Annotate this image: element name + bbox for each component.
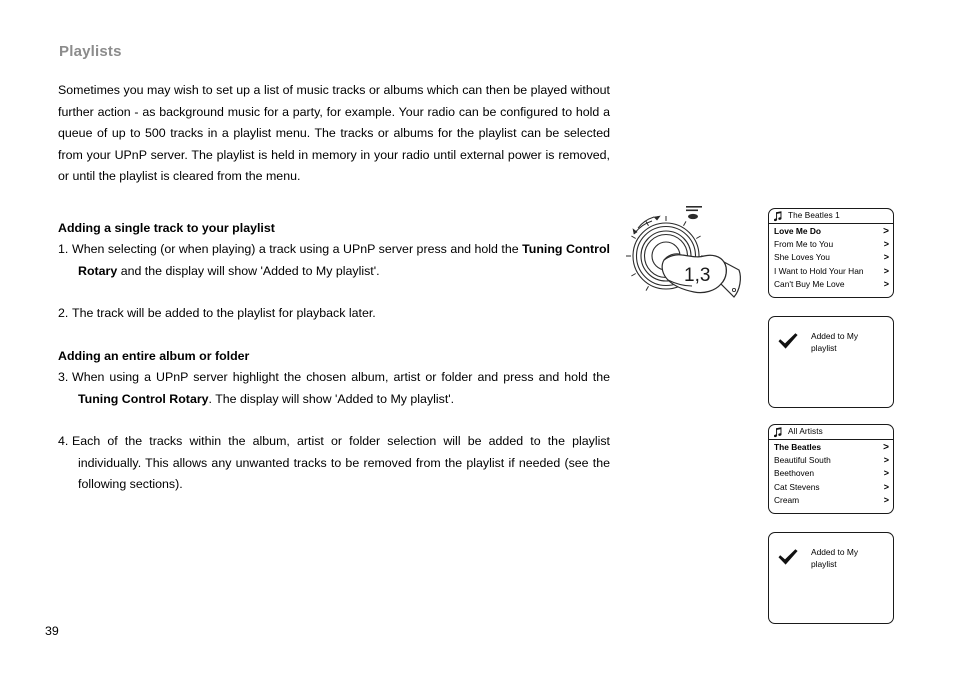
chevron-right-icon: > (883, 442, 889, 453)
check-icon (778, 333, 798, 349)
chevron-right-icon: > (883, 226, 889, 237)
list-item[interactable]: Beethoven > (769, 467, 893, 480)
check-icon (778, 549, 798, 565)
display-panel-track-list: The Beatles 1 Love Me Do > From Me to Yo… (768, 208, 894, 298)
music-note-icon (774, 426, 782, 437)
list-item-label: Love Me Do (774, 226, 821, 236)
list-item[interactable]: She Loves You > (769, 251, 893, 264)
chevron-right-icon: > (883, 252, 889, 263)
list-item-label: The Beatles (774, 442, 822, 452)
chevron-right-icon: > (883, 468, 889, 479)
section-heading-adding-single-track: Adding a single track to your playlist (58, 220, 275, 235)
panel-header-title: All Artists (788, 427, 823, 436)
step-1-text-part1: When selecting (or when playing) a track… (72, 242, 523, 256)
step-3-text-part1: When using a UPnP server highlight the c… (72, 370, 610, 384)
chevron-right-icon: > (883, 265, 889, 276)
step-3: 3. When using a UPnP server highlight the… (58, 367, 610, 410)
confirmation-message: Added to My playlist (811, 547, 859, 569)
step-1-number: 1. (58, 242, 69, 256)
confirmation-body: Added to My playlist (769, 533, 893, 570)
list-item-label: Can't Buy Me Love (774, 278, 845, 289)
display-panel-confirmation: Added to My playlist (768, 316, 894, 408)
list-item-label: Beautiful South (774, 455, 831, 466)
list-item-label: Beethoven (774, 468, 815, 479)
list-item-label: Cat Stevens (774, 481, 820, 492)
music-note-icon (774, 210, 782, 221)
hand-pressing-rotary-knob-icon: 1,3 (626, 206, 741, 298)
section-heading-adding-entire-album: Adding an entire album or folder (58, 348, 250, 363)
page-title: Playlists (59, 43, 122, 60)
step-3-bold-term: Tuning Control Rotary (78, 391, 209, 406)
list-item[interactable]: The Beatles > (769, 441, 893, 454)
body-text-column: Sometimes you may wish to set up a list … (58, 80, 610, 496)
display-panel-artist-list: All Artists The Beatles > Beautiful Sout… (768, 424, 894, 514)
panel-list: Love Me Do > From Me to You > She Loves … (769, 224, 893, 291)
step-3-text-part2: . The display will show 'Added to My pla… (208, 391, 455, 406)
step-4-number: 4. (58, 434, 69, 448)
list-item-label: She Loves You (774, 252, 830, 263)
step-1-text-part2: and the display will show 'Added to My p… (117, 263, 380, 278)
step-1: 1. When selecting (or when playing) a tra… (58, 239, 610, 282)
panel-header: The Beatles 1 (769, 209, 893, 224)
step-4: 4. Each of the tracks within the album, a… (58, 431, 610, 496)
list-item[interactable]: Cream > (769, 494, 893, 507)
list-item[interactable]: From Me to You > (769, 238, 893, 251)
step-3-number: 3. (58, 370, 69, 384)
list-item[interactable]: Can't Buy Me Love > (769, 278, 893, 291)
panel-header-title: The Beatles 1 (788, 211, 840, 220)
chevron-right-icon: > (883, 481, 889, 492)
list-item[interactable]: Beautiful South > (769, 454, 893, 467)
confirmation-message: Added to My playlist (811, 331, 859, 353)
list-item[interactable]: Love Me Do > (769, 225, 893, 238)
chevron-right-icon: > (883, 239, 889, 250)
step-4-text-part1: Each of the tracks within the album, art… (72, 434, 610, 491)
hand-pressing-rotary-knob-illustration: 1,3 (624, 198, 749, 313)
step-2-number: 2. (58, 306, 69, 320)
page-number: 39 (45, 624, 59, 638)
list-item[interactable]: Cat Stevens > (769, 481, 893, 494)
chevron-right-icon: > (883, 455, 889, 466)
step-2: 2. The track will be added to the playlis… (58, 303, 610, 325)
panel-list: The Beatles > Beautiful South > Beethove… (769, 440, 893, 507)
list-item-label: Cream (774, 494, 800, 505)
list-item[interactable]: I Want to Hold Your Han > (769, 265, 893, 278)
list-item-label: From Me to You (774, 239, 834, 250)
display-panel-confirmation: Added to My playlist (768, 532, 894, 624)
illustration-step-label: 1,3 (684, 265, 710, 286)
chevron-right-icon: > (883, 494, 889, 505)
panel-header: All Artists (769, 425, 893, 440)
list-item-label: I Want to Hold Your Han (774, 265, 864, 276)
step-2-text-part1: The track will be added to the playlist … (72, 306, 376, 320)
chevron-right-icon: > (883, 278, 889, 289)
intro-paragraph: Sometimes you may wish to set up a list … (58, 83, 610, 183)
confirmation-body: Added to My playlist (769, 317, 893, 354)
